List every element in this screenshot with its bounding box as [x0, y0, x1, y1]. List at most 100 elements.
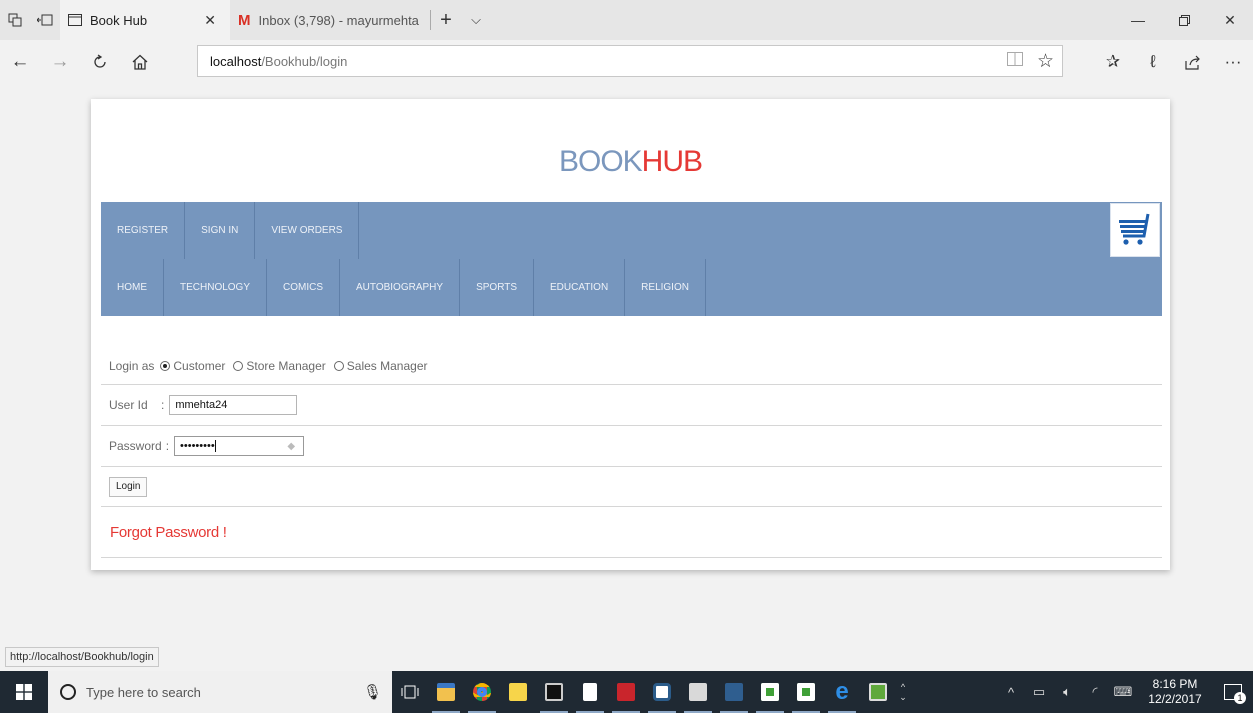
menu-comics[interactable]: COMICS [267, 259, 341, 316]
user-id-row: User Id : mmehta24 [101, 385, 1162, 426]
site-menu: REGISTER SIGN IN VIEW ORDERS HOME TECHNO… [101, 202, 1162, 316]
login-form: Login as Customer Store Manager Sales Ma… [101, 347, 1162, 558]
scroll-taskbar-icon[interactable]: ^ ⌄ [896, 671, 910, 713]
new-tab-button[interactable]: + [431, 0, 461, 40]
menu-technology[interactable]: TECHNOLOGY [164, 259, 268, 316]
tab-preview-chevron-icon[interactable]: ⌵ [461, 0, 491, 40]
password-input[interactable]: ••••••••• ◆ [174, 436, 305, 456]
acrobat-reader-icon[interactable] [608, 671, 644, 713]
url-host: localhost [210, 53, 262, 69]
gmail-icon: M [238, 11, 251, 29]
forgot-password-link[interactable]: Forgot Password ! [110, 524, 227, 541]
menu-view-orders[interactable]: VIEW ORDERS [255, 202, 360, 259]
tab-title: Inbox (3,798) - mayurmehta [258, 12, 419, 28]
favorite-star-icon[interactable]: ☆ [1037, 50, 1054, 73]
user-id-input[interactable]: mmehta24 [169, 395, 298, 415]
menu-religion[interactable]: RELIGION [625, 259, 706, 316]
task-view-icon[interactable] [392, 671, 428, 713]
mysql-workbench-icon[interactable] [716, 671, 752, 713]
role-customer-radio[interactable]: Customer [160, 359, 225, 373]
more-options-icon[interactable]: ··· [1213, 40, 1253, 84]
refresh-button[interactable] [80, 40, 120, 84]
reveal-password-icon[interactable]: ◆ [287, 441, 295, 452]
battery-icon[interactable]: ▭ [1025, 684, 1053, 700]
keyboard-icon[interactable]: ⌨ [1109, 684, 1137, 700]
file-explorer-icon[interactable] [428, 671, 464, 713]
radio-selected-icon [160, 360, 171, 371]
password-label: Password [109, 439, 162, 453]
tab-close-icon[interactable]: ✕ [198, 12, 222, 29]
role-sales-manager-radio[interactable]: Sales Manager [333, 358, 428, 373]
set-tabs-aside-icon[interactable] [30, 0, 60, 40]
navigation-bar: ← → localhost/Bookhub/login ☆ ✰ ℓ ··· [0, 40, 1253, 84]
tab-title: Book Hub [90, 12, 148, 28]
back-button[interactable]: ← [0, 40, 40, 84]
category-menu: HOME TECHNOLOGY COMICS AUTOBIOGRAPHY SPO… [101, 259, 706, 316]
login-as-row: Login as Customer Store Manager Sales Ma… [101, 347, 1162, 385]
command-prompt-icon[interactable] [536, 671, 572, 713]
close-window-button[interactable]: ✕ [1207, 0, 1253, 40]
page-icon [68, 14, 82, 26]
notepad-icon[interactable] [572, 671, 608, 713]
forward-button[interactable]: → [40, 40, 80, 84]
tab-actions-icon[interactable] [0, 0, 30, 40]
wifi-icon[interactable]: ◜ [1081, 684, 1109, 700]
user-id-colon: : [161, 398, 165, 412]
tab-inbox[interactable]: M Inbox (3,798) - mayurmehta [230, 0, 430, 40]
share-icon[interactable] [1173, 40, 1213, 84]
role-store-manager-radio[interactable]: Store Manager [233, 358, 326, 373]
volume-icon[interactable]: 🔈︎ [1053, 684, 1081, 700]
forgot-password-row: Forgot Password ! [101, 507, 1162, 558]
address-bar[interactable]: localhost/Bookhub/login ☆ [197, 45, 1063, 77]
menu-education[interactable]: EDUCATION [534, 259, 626, 316]
action-center-icon[interactable]: 1 [1213, 684, 1253, 704]
password-row: Password : ••••••••• ◆ [101, 426, 1162, 467]
text-cursor [214, 440, 216, 452]
cart-button[interactable] [1110, 203, 1160, 257]
search-placeholder: Type here to search [86, 684, 201, 700]
edge-browser-icon[interactable]: e [824, 671, 860, 713]
web-note-pen-icon[interactable]: ℓ [1133, 40, 1173, 84]
role-label: Sales Manager [346, 358, 428, 373]
site-logo[interactable]: BOOKHUB [91, 145, 1170, 179]
terminal-app-icon[interactable] [644, 671, 680, 713]
image-editor-icon[interactable] [860, 671, 896, 713]
clock[interactable]: 8:16 PM 12/2/2017 [1137, 677, 1213, 707]
restore-button[interactable] [1161, 0, 1207, 40]
browser-toolbar: ✰ ℓ ··· [1093, 40, 1253, 84]
login-button[interactable]: Login [109, 476, 148, 497]
menu-sign-in[interactable]: SIGN IN [185, 202, 256, 259]
menu-register[interactable]: REGISTER [101, 202, 186, 259]
password-colon: : [165, 439, 170, 453]
url-path: /Bookhub/login [261, 53, 348, 69]
window-controls: — ✕ [1115, 0, 1253, 40]
notification-count: 1 [1234, 692, 1246, 704]
cortana-icon [60, 684, 76, 700]
chrome-icon[interactable] [464, 671, 500, 713]
hub-favorites-icon[interactable]: ✰ [1093, 40, 1133, 84]
logo-hub: HUB [641, 145, 703, 178]
java-app-icon[interactable] [680, 671, 716, 713]
home-button[interactable] [120, 40, 160, 84]
menu-sports[interactable]: SPORTS [460, 259, 535, 316]
role-label: Customer [173, 358, 226, 373]
microphone-icon[interactable]: 🎙︎ [363, 683, 382, 701]
menu-home[interactable]: HOME [101, 259, 164, 316]
show-hidden-icons-icon[interactable]: ^ [997, 685, 1025, 700]
role-label: Store Manager [246, 358, 326, 373]
mongodb-icon[interactable] [752, 671, 788, 713]
login-as-label: Login as [109, 358, 155, 373]
reading-view-icon[interactable] [1006, 51, 1023, 71]
sticky-notes-icon[interactable] [500, 671, 536, 713]
clock-date: 12/2/2017 [1148, 692, 1202, 706]
radio-icon [333, 360, 344, 371]
logo-book: BOOK [558, 145, 643, 178]
tab-book-hub[interactable]: Book Hub ✕ [60, 0, 230, 40]
taskbar-search-box[interactable]: Type here to search 🎙︎ [48, 671, 392, 713]
menu-autobiography[interactable]: AUTOBIOGRAPHY [340, 259, 461, 316]
account-menu: REGISTER SIGN IN VIEW ORDERS [101, 202, 360, 259]
start-button[interactable] [0, 671, 48, 713]
mongodb-compass-icon[interactable] [788, 671, 824, 713]
title-bar: Book Hub ✕ M Inbox (3,798) - mayurmehta … [0, 0, 1253, 40]
minimize-button[interactable]: — [1115, 0, 1161, 40]
